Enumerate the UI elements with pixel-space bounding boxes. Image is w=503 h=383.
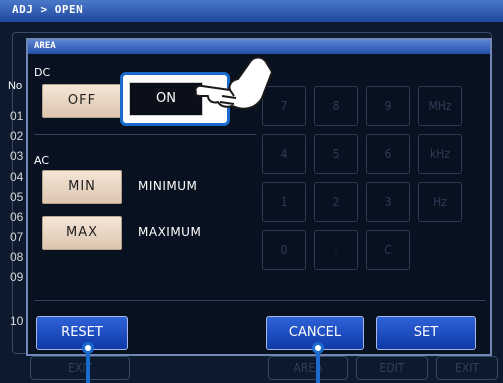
key-6: 6	[366, 134, 410, 174]
bottom-divider	[34, 300, 486, 301]
key-4: 4	[262, 134, 306, 174]
ac-min-button[interactable]: MIN	[42, 170, 122, 204]
key-8: 8	[314, 86, 358, 126]
reset-callout-dot	[82, 342, 94, 354]
key-mhz: MHz	[418, 86, 462, 126]
exit2-button-bg: EXIT	[436, 356, 498, 380]
pointing-hand-icon	[194, 56, 273, 110]
key-1: 1	[262, 182, 306, 222]
edit-button-bg: EDIT	[356, 356, 428, 380]
exit-button-bg: EXIT	[30, 356, 130, 380]
ac-max-button[interactable]: MAX	[42, 216, 122, 250]
key-dot: .	[314, 230, 358, 270]
key-5: 5	[314, 134, 358, 174]
key-0: 0	[262, 230, 306, 270]
min-description: MINIMUM	[138, 179, 198, 193]
keypad: 7 8 9 MHz 4 5 6 kHz 1 2 3 Hz 0 . C	[258, 86, 490, 286]
dc-label: DC	[34, 66, 51, 79]
key-2: 2	[314, 182, 358, 222]
max-description: MAXIMUM	[138, 225, 202, 239]
key-hz: Hz	[418, 182, 462, 222]
cancel-callout-dot	[312, 342, 324, 354]
breadcrumb: ADJ > OPEN	[0, 0, 503, 22]
device-screen: ADJ > OPEN No 01 02 03 04 05 06 07 08 09…	[0, 0, 503, 383]
key-3: 3	[366, 182, 410, 222]
divider	[34, 134, 256, 135]
dc-off-button[interactable]: OFF	[42, 84, 122, 118]
cancel-callout-line	[316, 350, 320, 383]
ac-label: AC	[34, 154, 50, 167]
key-khz: kHz	[418, 134, 462, 174]
key-clear: C	[366, 230, 410, 270]
area-button-bg: AREA	[268, 356, 348, 380]
key-9: 9	[366, 86, 410, 126]
set-button[interactable]: SET	[376, 316, 476, 350]
reset-callout-line	[86, 350, 90, 383]
